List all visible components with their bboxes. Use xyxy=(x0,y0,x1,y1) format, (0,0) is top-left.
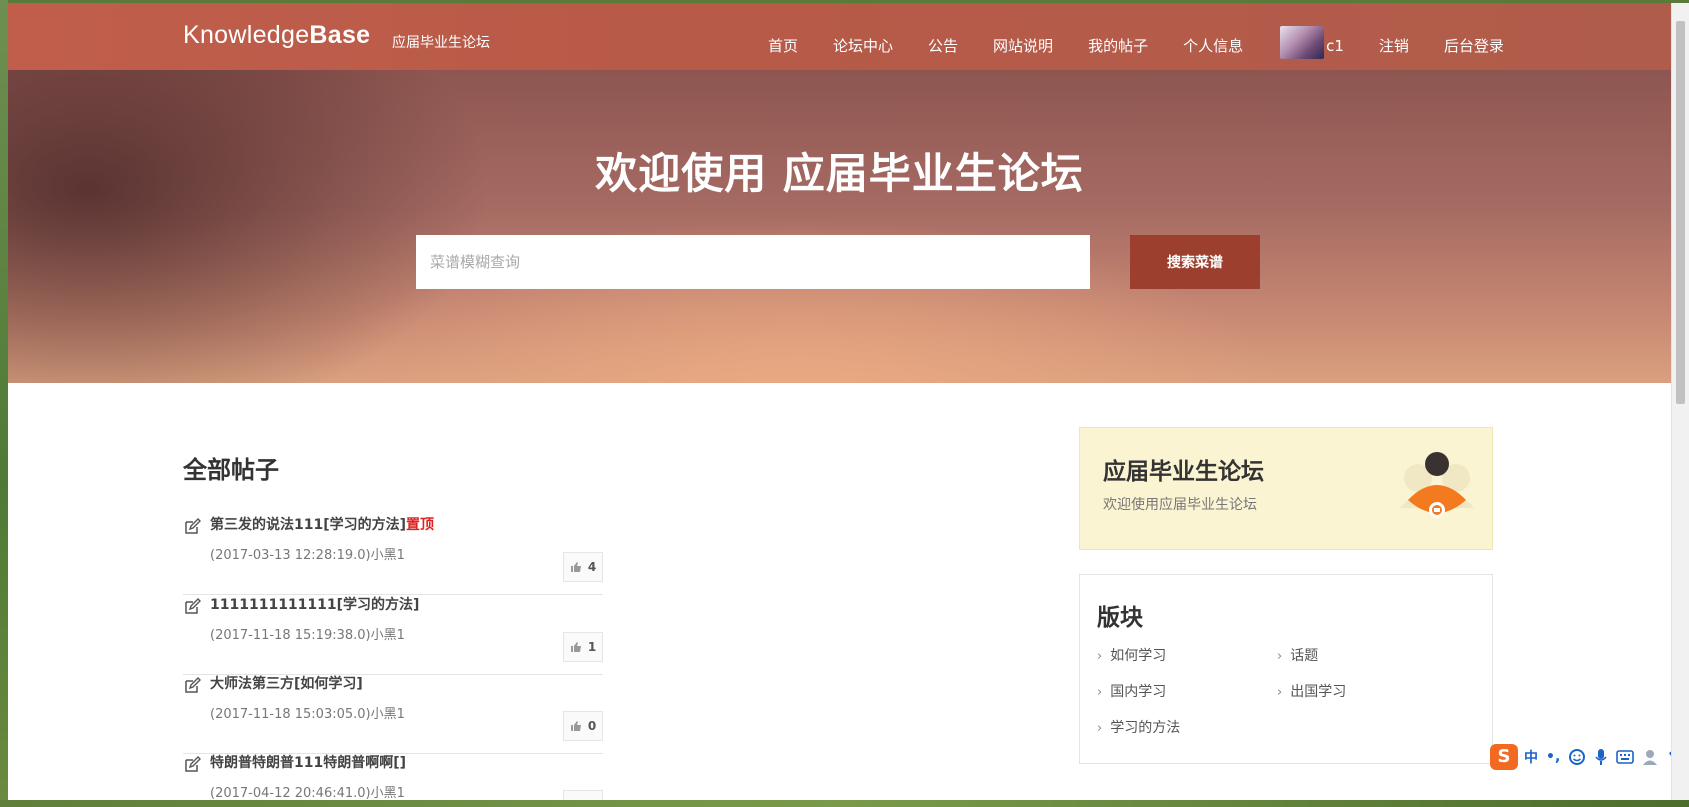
forum-intro-card: 应届毕业生论坛 欢迎使用应届毕业生论坛 xyxy=(1079,427,1493,550)
section-link-learning-methods[interactable]: › 学习的方法 xyxy=(1097,717,1180,737)
post-title: 1111111111111[学习的方法] xyxy=(210,597,420,613)
hero-banner: 欢迎使用 应届毕业生论坛 搜索菜谱 xyxy=(8,70,1671,383)
brand-logo[interactable]: KnowledgeBase xyxy=(183,21,370,50)
edit-icon xyxy=(185,518,201,534)
section-label: 话题 xyxy=(1290,648,1319,664)
sogou-logo-icon: S xyxy=(1490,744,1518,770)
keyboard-icon[interactable] xyxy=(1616,750,1635,764)
username: c1 xyxy=(1326,36,1344,55)
user-settings-icon[interactable] xyxy=(1642,748,1660,766)
like-count: 1 xyxy=(587,640,597,654)
sections-title: 版块 xyxy=(1097,605,1143,631)
ime-toolbar[interactable]: S 中 •, xyxy=(1490,744,1671,770)
like-count: 4 xyxy=(587,560,597,574)
search-input[interactable] xyxy=(416,235,1090,289)
microphone-icon[interactable] xyxy=(1594,748,1608,766)
hero-title: 欢迎使用 应届毕业生论坛 xyxy=(595,149,1084,198)
post-item: 特朗普特朗普111特朗普啊啊[] (2017-04-12 20:46:41.0)… xyxy=(183,752,603,800)
section-label: 国内学习 xyxy=(1110,684,1167,700)
thumbs-up-icon xyxy=(570,721,581,731)
post-title: 第三发的说法111[学习的方法] xyxy=(210,517,407,533)
brand-subtitle: 应届毕业生论坛 xyxy=(392,35,490,51)
desktop-background-bottom xyxy=(0,800,1689,807)
post-meta: (2017-11-18 15:19:38.0)小黑1 xyxy=(210,628,405,643)
section-label: 如何学习 xyxy=(1110,648,1167,664)
like-button[interactable]: 4 xyxy=(563,552,603,582)
nav-my-posts[interactable]: 我的帖子 xyxy=(1088,35,1148,56)
post-item: 1111111111111[学习的方法] (2017-11-18 15:19:3… xyxy=(183,594,603,675)
browser-viewport: KnowledgeBase 应届毕业生论坛 首页 论坛中心 公告 网站说明 我的… xyxy=(8,3,1671,800)
like-button[interactable]: 1 xyxy=(563,632,603,662)
post-meta: (2017-03-13 12:28:19.0)小黑1 xyxy=(210,548,405,563)
nav-logout[interactable]: 注销 xyxy=(1379,35,1409,56)
chevron-right-icon: › xyxy=(1277,685,1283,700)
chevron-right-icon: › xyxy=(1277,649,1283,664)
section-link-domestic-study[interactable]: › 国内学习 xyxy=(1097,681,1166,701)
post-meta: (2017-04-12 20:46:41.0)小黑1 xyxy=(210,786,405,800)
section-link-study-abroad[interactable]: › 出国学习 xyxy=(1277,681,1346,701)
forum-card-description: 欢迎使用应届毕业生论坛 xyxy=(1103,497,1257,513)
section-link-topics[interactable]: › 话题 xyxy=(1277,645,1318,665)
section-link-how-to-learn[interactable]: › 如何学习 xyxy=(1097,645,1166,665)
main-nav: 首页 论坛中心 公告 网站说明 我的帖子 个人信息 c1 注销 后台登录 xyxy=(768,26,1539,59)
chevron-right-icon: › xyxy=(1097,649,1103,664)
nav-admin-login[interactable]: 后台登录 xyxy=(1444,35,1504,56)
nav-forum-center[interactable]: 论坛中心 xyxy=(833,35,893,56)
post-title-link[interactable]: 第三发的说法111[学习的方法]置顶 xyxy=(210,514,434,534)
search-button[interactable]: 搜索菜谱 xyxy=(1130,235,1260,289)
sections-panel: 版块 › 如何学习 › 话题 › 国内学习 › 出国学习 › 学习的方法 xyxy=(1079,574,1493,764)
ime-punctuation[interactable]: •, xyxy=(1546,749,1560,765)
thumbs-up-icon xyxy=(570,642,581,652)
forum-card-title: 应届毕业生论坛 xyxy=(1103,459,1264,485)
thumbs-up-icon xyxy=(570,799,582,800)
nav-home[interactable]: 首页 xyxy=(768,35,798,56)
like-count: 2 xyxy=(588,798,596,800)
like-count: 0 xyxy=(587,719,597,733)
section-label: 出国学习 xyxy=(1290,684,1347,700)
nav-profile[interactable]: 个人信息 xyxy=(1183,35,1243,56)
top-navbar: KnowledgeBase 应届毕业生论坛 首页 论坛中心 公告 网站说明 我的… xyxy=(8,3,1671,70)
like-button[interactable]: 0 xyxy=(563,711,603,741)
edit-icon xyxy=(185,677,201,693)
post-title: 特朗普特朗普111特朗普啊啊[] xyxy=(210,755,407,771)
avatar xyxy=(1280,26,1325,59)
post-title-link[interactable]: 特朗普特朗普111特朗普啊啊[] xyxy=(210,752,406,772)
chevron-right-icon: › xyxy=(1097,721,1103,736)
section-label: 学习的方法 xyxy=(1110,720,1181,736)
post-item: 第三发的说法111[学习的方法]置顶 (2017-03-13 12:28:19.… xyxy=(183,514,603,595)
emoji-icon[interactable] xyxy=(1568,748,1586,766)
post-meta: (2017-11-18 15:03:05.0)小黑1 xyxy=(210,707,405,722)
brand-name-bold: Base xyxy=(309,21,371,49)
thumbs-up-icon xyxy=(570,562,581,572)
nav-site-info[interactable]: 网站说明 xyxy=(993,35,1053,56)
desktop-background xyxy=(0,0,8,807)
post-title-link[interactable]: 1111111111111[学习的方法] xyxy=(210,594,419,614)
chevron-right-icon: › xyxy=(1097,685,1103,700)
edit-icon xyxy=(185,756,201,772)
nav-user[interactable]: c1 xyxy=(1278,26,1344,59)
ime-mode[interactable]: 中 xyxy=(1524,747,1538,767)
like-button[interactable]: 2 xyxy=(563,790,603,800)
pinned-badge: 置顶 xyxy=(406,517,435,533)
brand-name-light: Knowledge xyxy=(183,21,310,49)
scrollbar-thumb[interactable] xyxy=(1676,21,1685,404)
post-title-link[interactable]: 大师法第三方[如何学习] xyxy=(210,673,363,693)
edit-icon xyxy=(185,598,201,614)
vertical-scrollbar[interactable] xyxy=(1671,3,1689,800)
user-group-icon xyxy=(1400,452,1474,518)
post-title: 大师法第三方[如何学习] xyxy=(210,676,363,692)
nav-announcements[interactable]: 公告 xyxy=(928,35,958,56)
posts-section-title: 全部帖子 xyxy=(183,456,279,484)
post-item: 大师法第三方[如何学习] (2017-11-18 15:03:05.0)小黑1 … xyxy=(183,673,603,754)
